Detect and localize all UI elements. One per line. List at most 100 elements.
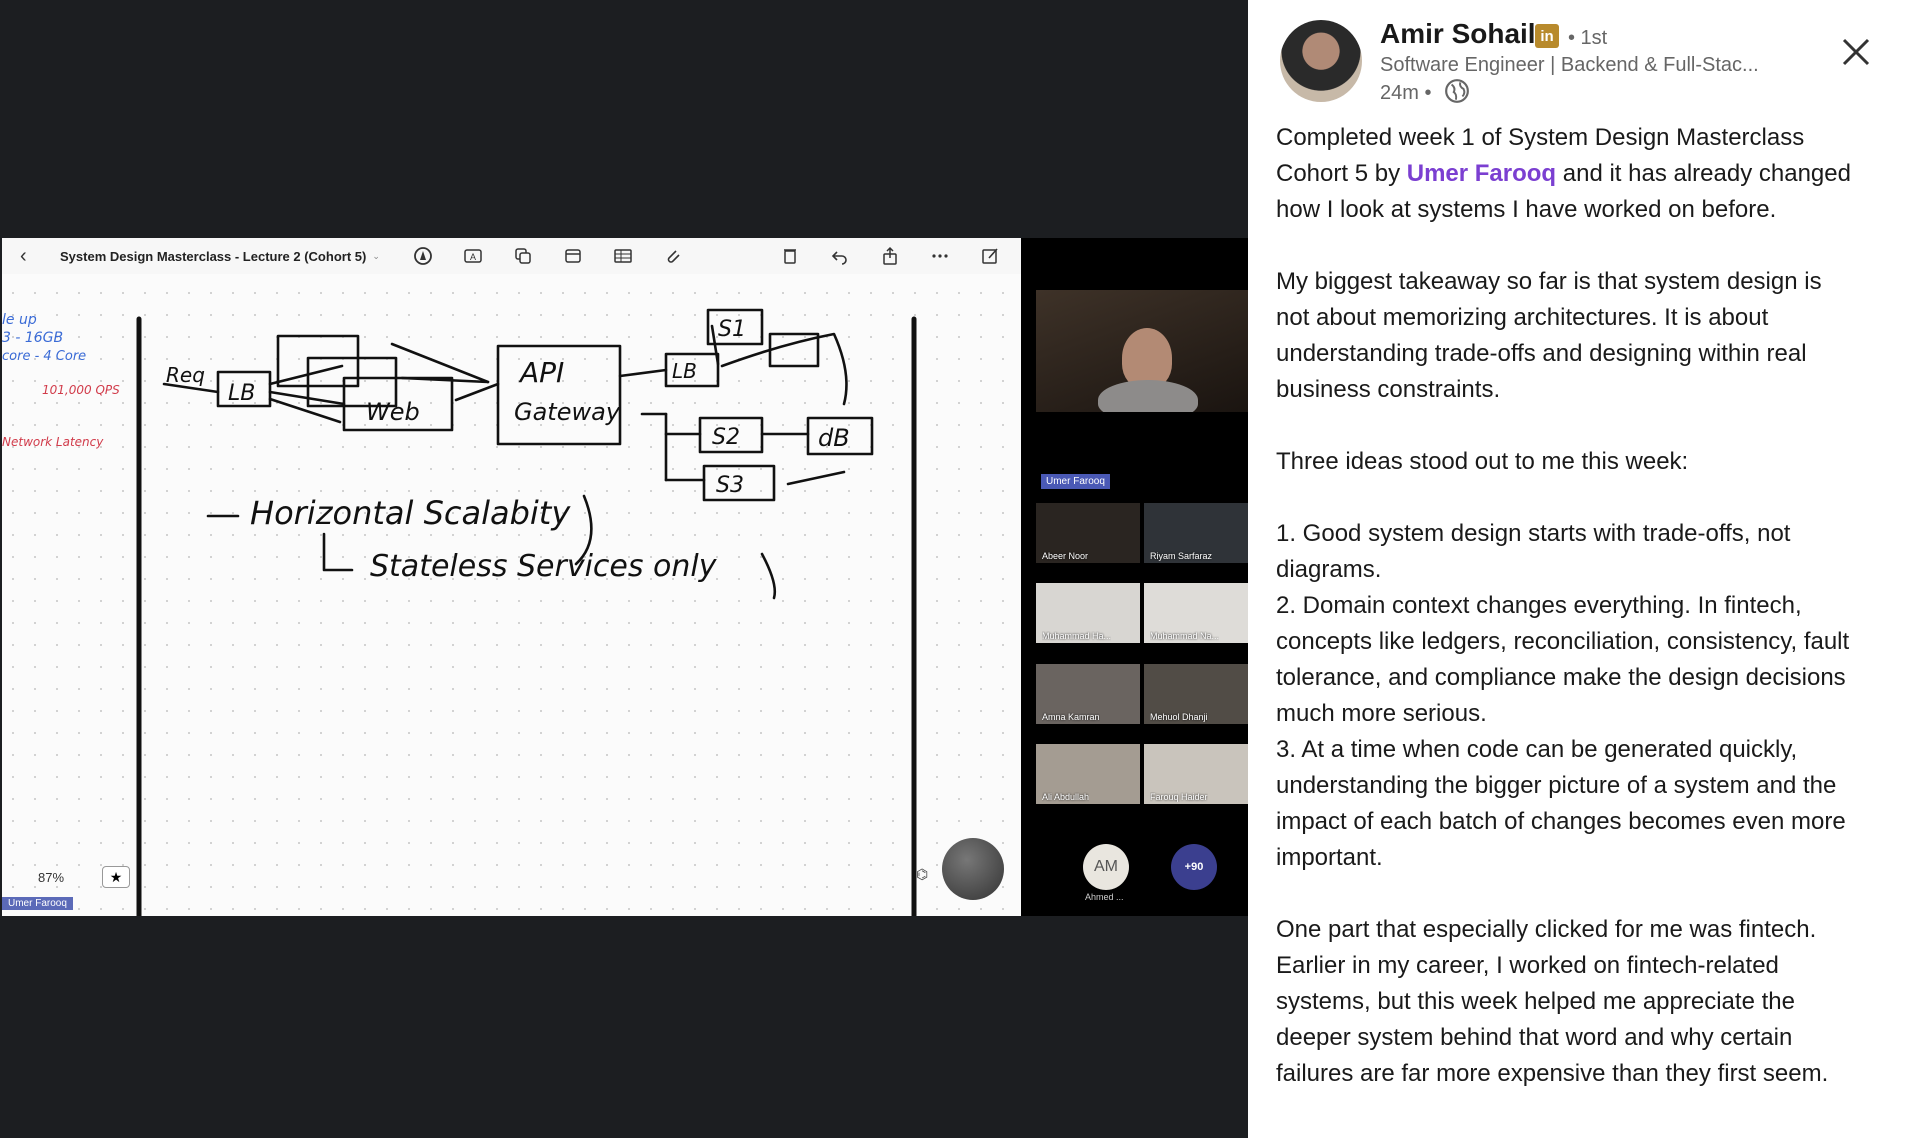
side-note-4: 101,000 QPS	[42, 383, 120, 397]
post-panel: Amir Sohail in • 1st Software Engineer |…	[1248, 0, 1916, 1138]
participant-name: Farouq Haider	[1150, 792, 1208, 802]
participant-tile[interactable]: Farouq Haider	[1144, 744, 1248, 804]
participants-panel: Umer Farooq Abeer Noor Riyam Sarfaraz Mu…	[1021, 238, 1248, 916]
post-line: important.	[1276, 844, 1383, 871]
post-line: One part that especially clicked for me …	[1276, 916, 1817, 943]
pen-tool-button[interactable]	[942, 838, 1004, 900]
close-icon[interactable]	[1838, 34, 1874, 70]
author-name[interactable]: Amir Sohail	[1380, 18, 1536, 50]
post-line: understanding the bigger picture of a sy…	[1276, 772, 1837, 799]
text-segment: Cohort 5 by	[1276, 160, 1407, 187]
post-line: understanding trade-offs and designing w…	[1276, 340, 1807, 367]
connect-icon[interactable]: ⌬	[916, 866, 928, 883]
participant-tile[interactable]: Muhammad Na...	[1144, 583, 1248, 643]
sketch-line2: Stateless Services only	[370, 549, 718, 584]
participant-tile[interactable]: Riyam Sarfaraz	[1144, 503, 1248, 563]
post-paragraph: Completed week 1 of System Design Master…	[1276, 120, 1906, 228]
post-body: Completed week 1 of System Design Master…	[1276, 120, 1906, 1128]
side-note-2: 3 - 16GB	[2, 330, 63, 346]
post-line: systems, but this week helped me appreci…	[1276, 988, 1795, 1015]
sketch-req: Req	[166, 363, 205, 387]
share-icon[interactable]	[865, 242, 915, 270]
participant-tile[interactable]: Mehuol Dhanji	[1144, 664, 1248, 724]
post-line: diagrams.	[1276, 556, 1382, 583]
shapes-icon[interactable]	[498, 242, 548, 270]
host-figure	[1122, 328, 1172, 388]
text-segment: and it has already changed	[1556, 160, 1851, 187]
post-line: 2. Domain context changes everything. In…	[1276, 592, 1802, 619]
post-line: concepts like ledgers, reconciliation, c…	[1276, 628, 1850, 655]
participant-name: Muhammad Na...	[1150, 631, 1220, 641]
table-icon[interactable]	[598, 242, 648, 270]
zoom-level[interactable]: 87%	[38, 870, 64, 885]
post-line: tolerance, and compliance make the desig…	[1276, 664, 1846, 691]
post-line: Completed week 1 of System Design Master…	[1276, 124, 1805, 151]
pen-circle-icon[interactable]	[398, 242, 448, 270]
post-line: Three ideas stood out to me this week:	[1276, 448, 1689, 475]
participant-tile[interactable]: Muhammad Ha...	[1036, 583, 1140, 643]
whiteboard-toolbar: ‹ System Design Masterclass - Lecture 2 …	[2, 238, 1021, 274]
presenter-label: Umer Farooq	[2, 897, 73, 910]
author-headline: Software Engineer | Backend & Full-Stac.…	[1380, 54, 1759, 76]
participant-tile[interactable]: Abeer Noor	[1036, 503, 1140, 563]
participant-tile[interactable]: Amna Kamran	[1036, 664, 1140, 724]
sketch-api: API	[518, 356, 564, 389]
sketch-lb2: LB	[672, 359, 697, 383]
post-time: 24m •	[1380, 82, 1432, 104]
post-line: much more serious.	[1276, 700, 1487, 727]
post-line: business constraints.	[1276, 376, 1501, 403]
undo-icon[interactable]	[815, 242, 865, 270]
participant-name: Ali Abdullah	[1042, 792, 1090, 802]
host-name-label: Umer Farooq	[1041, 474, 1110, 489]
video-frame[interactable]: ‹ System Design Masterclass - Lecture 2 …	[2, 238, 1248, 916]
sketch-line1: Horizontal Scalabity	[250, 494, 571, 532]
side-note-3: core - 4 Core	[2, 349, 86, 364]
post-line: not about memorizing architectures. It i…	[1276, 304, 1769, 331]
participant-tile[interactable]: Ali Abdullah	[1036, 744, 1140, 804]
sketch-s1: S1	[718, 317, 746, 342]
text-box-icon[interactable]: A	[448, 242, 498, 270]
sketch-lb: LB	[228, 381, 255, 406]
avatar-name: Ahmed ...	[1085, 892, 1124, 902]
sketch-web: Web	[366, 398, 420, 426]
media-area: ‹ System Design Masterclass - Lecture 2 …	[0, 0, 1248, 1138]
author-avatar[interactable]	[1280, 20, 1362, 102]
sketch-s2: S2	[712, 425, 740, 450]
globe-icon	[1445, 79, 1469, 103]
post-line: 1. Good system design starts with trade-…	[1276, 520, 1791, 547]
side-note-1: le up	[2, 312, 37, 328]
delete-icon[interactable]	[765, 242, 815, 270]
paperclip-icon[interactable]	[648, 242, 698, 270]
sticky-note-icon[interactable]	[548, 242, 598, 270]
sketch-db: dB	[818, 424, 850, 452]
post-line: 3. At a time when code can be generated …	[1276, 736, 1798, 763]
mention-link[interactable]: Umer Farooq	[1407, 160, 1556, 187]
more-icon[interactable]	[915, 242, 965, 270]
participant-name: Riyam Sarfaraz	[1150, 551, 1213, 561]
host-shirt	[1098, 380, 1198, 412]
post-paragraph: 1. Good system design starts with trade-…	[1276, 516, 1906, 876]
whiteboard: ‹ System Design Masterclass - Lecture 2 …	[2, 238, 1021, 916]
bookmark-icon[interactable]: ★	[102, 866, 130, 888]
board-title[interactable]: System Design Masterclass - Lecture 2 (C…	[60, 249, 366, 264]
post-line: how I look at systems I have worked on b…	[1276, 196, 1777, 223]
post-line: deeper system behind that word and why c…	[1276, 1024, 1793, 1051]
sketch-gateway: Gateway	[514, 398, 621, 426]
post-paragraph: One part that especially clicked for me …	[1276, 912, 1906, 1092]
post-line: failures are far more expensive than the…	[1276, 1060, 1829, 1087]
post-viewer: ‹ System Design Masterclass - Lecture 2 …	[0, 0, 1916, 1138]
whiteboard-sketch[interactable]: Req LB Web API Gateway LB S1 S2 S3 dB Ho…	[2, 274, 1021, 916]
side-note-5: Network Latency	[2, 435, 104, 449]
more-participants-button[interactable]: +90	[1171, 844, 1217, 890]
svg-text:A: A	[470, 252, 476, 262]
host-video-tile[interactable]	[1036, 290, 1248, 412]
edit-icon[interactable]	[965, 242, 1015, 270]
post-line: Earlier in my career, I worked on fintec…	[1276, 952, 1779, 979]
participant-name: Amna Kamran	[1042, 712, 1100, 722]
back-icon[interactable]: ‹	[20, 245, 46, 268]
participant-name: Mehuol Dhanji	[1150, 712, 1208, 722]
connection-degree: • 1st	[1568, 27, 1608, 49]
avatar[interactable]: AM	[1083, 844, 1129, 890]
participant-name: Muhammad Ha...	[1042, 631, 1112, 641]
chevron-down-icon[interactable]: ⌄	[372, 251, 380, 262]
